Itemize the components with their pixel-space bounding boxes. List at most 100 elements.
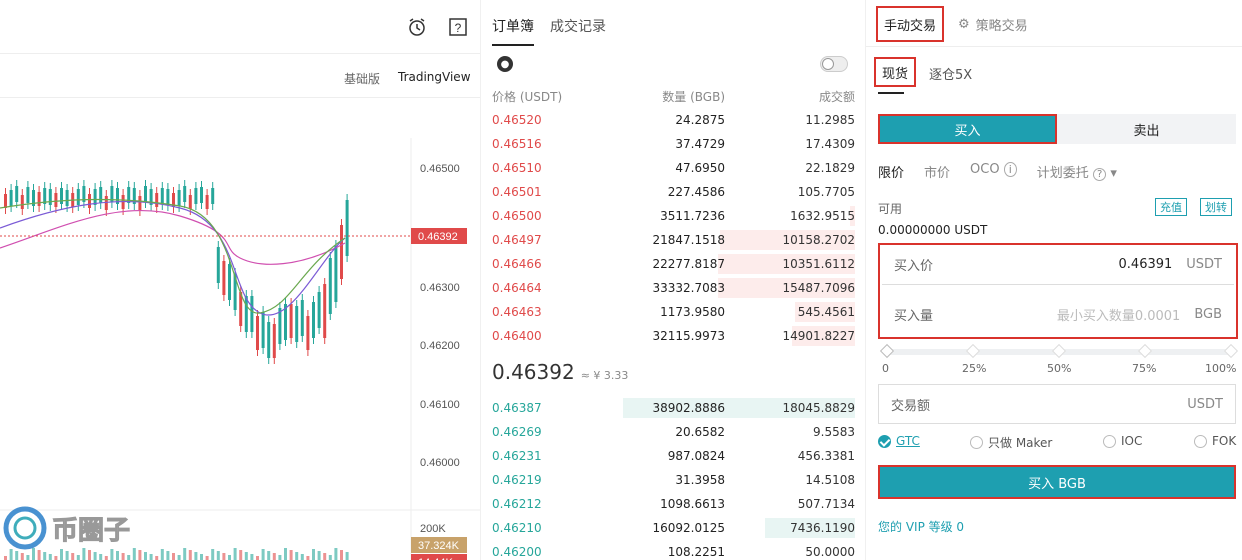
slider-label-0: 0 xyxy=(882,362,889,375)
toggle-knob xyxy=(822,58,834,70)
candle xyxy=(306,310,310,356)
order-type-tabs: 限价 市价 OCO i 计划委托 ? ▾ xyxy=(878,162,1117,181)
tab-isolated-margin[interactable]: 逐仓5X xyxy=(929,64,972,83)
ask-row[interactable]: 0.46520 24.2875 11.2985 xyxy=(492,108,855,132)
ask-row[interactable]: 0.46500 3511.7236 1632.9515 xyxy=(492,204,855,228)
vip-level-link[interactable]: 您的 VIP 等级 0 xyxy=(878,518,964,535)
order-type-limit[interactable]: 限价 xyxy=(878,162,904,181)
order-type-plan[interactable]: 计划委托 ? ▾ xyxy=(1037,162,1117,181)
alarm-icon[interactable] xyxy=(405,15,429,39)
volume-bar xyxy=(93,552,97,560)
divider xyxy=(866,46,1242,47)
candle xyxy=(138,190,142,216)
help-icon[interactable]: ? xyxy=(446,15,470,39)
order-type-oco[interactable]: OCO i xyxy=(970,162,1017,181)
bid-price: 0.46212 xyxy=(492,497,542,511)
tif-ioc[interactable]: IOC xyxy=(1103,434,1142,448)
ask-row[interactable]: 0.46516 37.4729 17.4309 xyxy=(492,132,855,156)
bid-price: 0.46231 xyxy=(492,449,542,463)
volume-bar xyxy=(99,554,103,560)
tab-trade-history[interactable]: 成交记录 xyxy=(550,16,606,46)
volume-bar xyxy=(323,553,327,560)
volume-bar xyxy=(200,554,203,560)
tif-gtc[interactable]: GTC xyxy=(878,434,920,448)
trade-panel: 手动交易 ⚙ 策略交易 现货 逐仓5X 买入 卖出 限价 市价 OCO i 计划… xyxy=(865,0,1242,560)
order-type-market[interactable]: 市价 xyxy=(924,162,950,181)
bid-row[interactable]: 0.46231 987.0824 456.3381 xyxy=(492,444,855,468)
tif-fok[interactable]: FOK xyxy=(1194,434,1236,448)
volume-bar xyxy=(306,556,310,560)
candle xyxy=(250,290,254,338)
volume-bar xyxy=(88,550,91,560)
sell-side-button[interactable]: 卖出 xyxy=(1057,114,1236,144)
candle xyxy=(328,252,332,320)
ask-amount: 33332.7083 xyxy=(652,281,725,295)
volume-bar xyxy=(194,552,198,560)
bid-row[interactable]: 0.46212 1098.6613 507.7134 xyxy=(492,492,855,516)
tab-spot[interactable]: 现货 xyxy=(874,57,916,87)
bid-amount: 108.2251 xyxy=(667,545,725,559)
buy-amount-field[interactable]: 买入量 最小买入数量0.0001 BGB xyxy=(882,294,1234,334)
bid-row[interactable]: 0.46387 38902.8886 18045.8829 xyxy=(492,396,855,420)
ask-price: 0.46466 xyxy=(492,257,542,271)
buy-amount-label: 买入量 xyxy=(894,308,934,324)
robot-icon: ⚙ xyxy=(958,17,970,32)
view-tradingview[interactable]: TradingView xyxy=(398,70,471,84)
volume-bar xyxy=(256,556,259,560)
deposit-button[interactable]: 充值 xyxy=(1155,198,1187,216)
bid-total: 14.5108 xyxy=(805,473,855,487)
tif-maker-only[interactable]: 只做 Maker xyxy=(970,434,1052,451)
bid-row[interactable]: 0.46269 20.6582 9.5583 xyxy=(492,420,855,444)
tab-manual-trade[interactable]: 手动交易 xyxy=(876,6,944,42)
bid-row[interactable]: 0.46200 108.2251 50.0000 xyxy=(492,540,855,560)
bid-total: 507.7134 xyxy=(797,497,855,511)
view-basic[interactable]: 基础版 xyxy=(344,70,380,87)
tab-strategy-trade[interactable]: ⚙ 策略交易 xyxy=(958,15,1028,34)
bid-price: 0.46269 xyxy=(492,425,542,439)
tab-orderbook[interactable]: 订单簿 xyxy=(492,16,534,46)
volume-bar xyxy=(300,554,304,560)
tif-gtc-label: GTC xyxy=(896,434,920,448)
amount-slider[interactable] xyxy=(879,343,1239,359)
info-icon[interactable]: i xyxy=(1003,162,1017,177)
slider-mark-75 xyxy=(1137,343,1153,359)
candle xyxy=(127,181,131,209)
candlestick-plot[interactable]: 0.46500 0.46300 0.46200 0.46100 0.46000 0.463… xyxy=(0,98,480,560)
ask-row[interactable]: 0.46400 32115.9973 14901.8227 xyxy=(492,324,855,348)
bid-row[interactable]: 0.46219 31.3958 14.5108 xyxy=(492,468,855,492)
ask-total: 17.4309 xyxy=(805,137,855,151)
ask-row[interactable]: 0.46497 21847.1518 10158.2702 xyxy=(492,228,855,252)
buy-price-value[interactable]: 0.46391 xyxy=(954,257,1186,272)
ask-price: 0.46516 xyxy=(492,137,542,151)
ask-row[interactable]: 0.46510 47.6950 22.1829 xyxy=(492,156,855,180)
ask-row[interactable]: 0.46466 22277.8187 10351.6112 xyxy=(492,252,855,276)
ask-row[interactable]: 0.46464 33332.7083 15487.7096 xyxy=(492,276,855,300)
toggle-switch[interactable] xyxy=(820,56,848,72)
bid-price: 0.46210 xyxy=(492,521,542,535)
total-field[interactable]: 交易额 USDT xyxy=(878,384,1236,424)
volume-bar xyxy=(138,550,142,560)
volume-bar xyxy=(267,551,271,560)
bid-row[interactable]: 0.46210 16092.0125 7436.1190 xyxy=(492,516,855,540)
ask-row[interactable]: 0.46463 1173.9580 545.4561 xyxy=(492,300,855,324)
volume-bar xyxy=(312,549,315,560)
buy-price-field[interactable]: 买入价 0.46391 USDT xyxy=(882,245,1234,285)
transfer-button[interactable]: 划转 xyxy=(1200,198,1232,216)
buy-amount-placeholder[interactable]: 最小买入数量0.0001 xyxy=(954,305,1194,324)
slider-label-25: 25% xyxy=(962,362,987,375)
total-unit: USDT xyxy=(1187,396,1223,412)
volume-bar xyxy=(43,552,47,560)
ask-row[interactable]: 0.46501 227.4586 105.7705 xyxy=(492,180,855,204)
candle xyxy=(211,182,215,210)
candle xyxy=(110,180,114,208)
help-circle-icon[interactable]: ? xyxy=(1092,168,1107,181)
slider-handle[interactable] xyxy=(879,343,895,359)
candle xyxy=(32,184,35,212)
depth-precision-icon[interactable]: ● xyxy=(497,56,513,72)
chevron-down-icon[interactable]: ▾ xyxy=(1110,166,1117,181)
header-amount: 数量 (BGB) xyxy=(662,90,725,104)
volume-bar xyxy=(205,556,209,560)
kline-chart-panel[interactable]: ? 基础版 TradingView 0.46500 0.46300 0.46200 0… xyxy=(0,0,480,560)
buy-side-button[interactable]: 买入 xyxy=(878,114,1057,144)
submit-buy-button[interactable]: 买入 BGB xyxy=(878,465,1236,499)
